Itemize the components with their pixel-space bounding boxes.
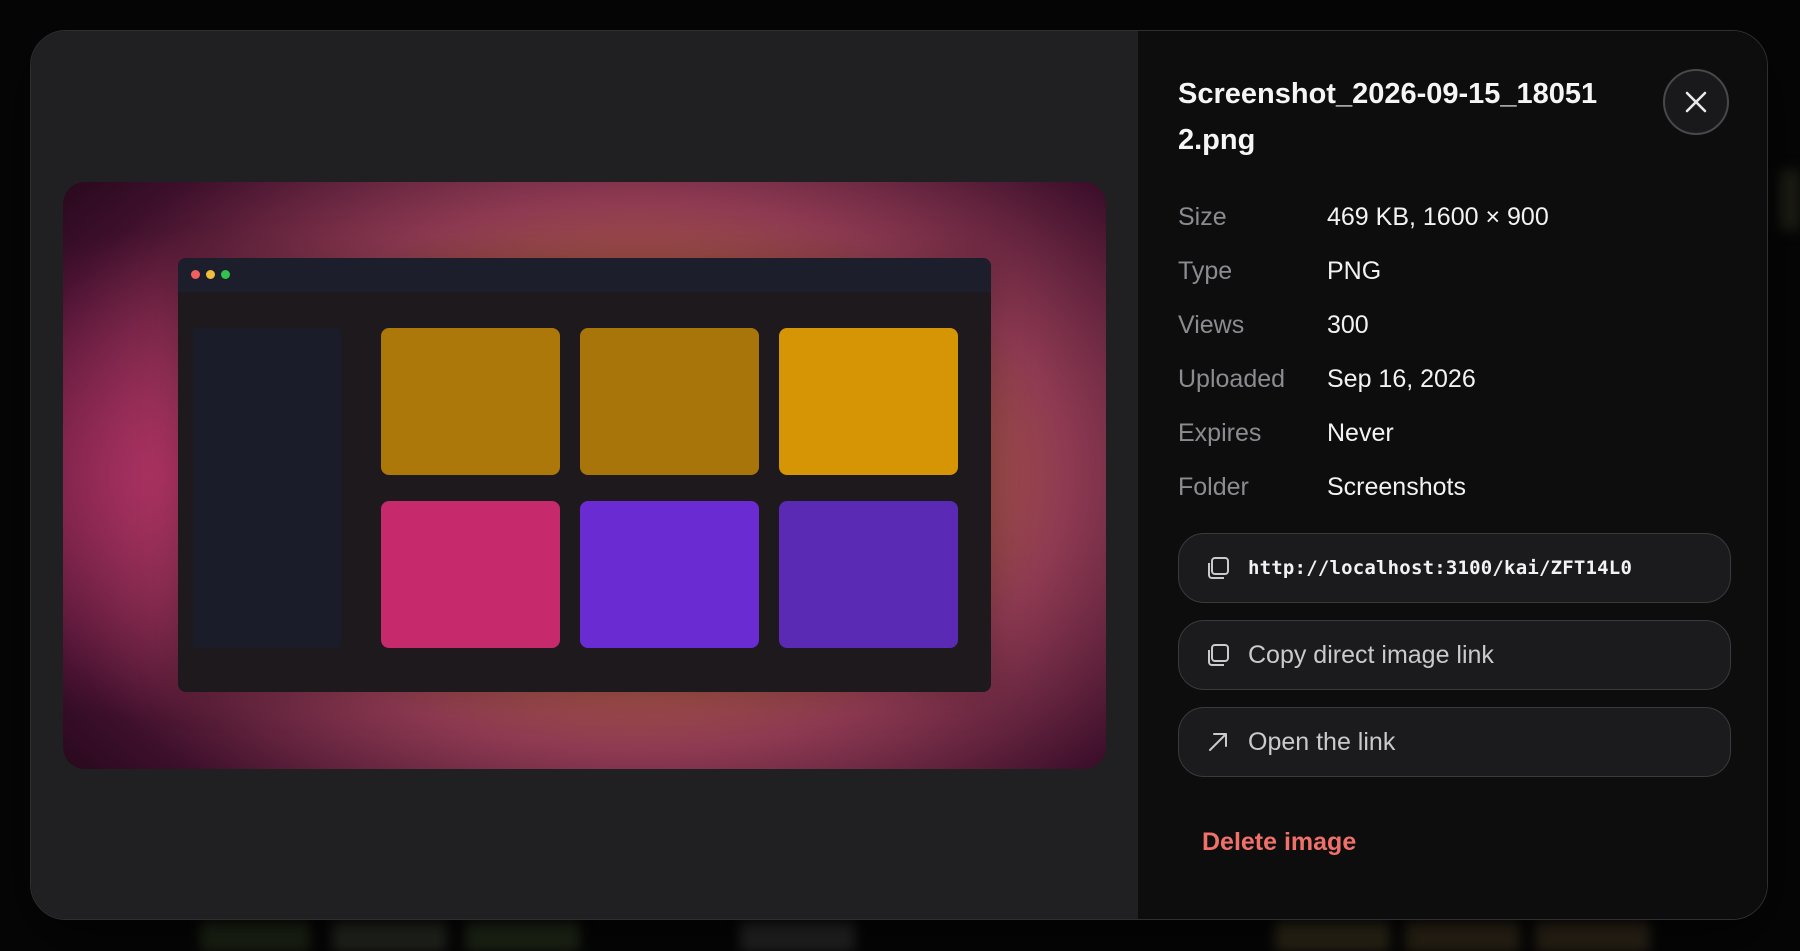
open-link-label: Open the link [1248, 727, 1396, 756]
close-icon [1683, 89, 1709, 115]
meta-key: Views [1178, 310, 1245, 339]
traffic-light-red [191, 270, 200, 279]
traffic-light-yellow [206, 270, 215, 279]
meta-row-uploaded: Uploaded Sep 16, 2026 [1178, 352, 1727, 406]
meta-row-views: Views 300 [1178, 298, 1727, 352]
traffic-light-green [221, 270, 230, 279]
meta-value: Sep 16, 2026 [1327, 364, 1476, 393]
preview-mock-sidebar [193, 327, 341, 648]
meta-value: Never [1327, 418, 1394, 447]
meta-value: Screenshots [1327, 472, 1466, 501]
close-button[interactable] [1663, 69, 1729, 135]
preview-mock-window [178, 257, 991, 692]
image-preview [63, 181, 1106, 769]
meta-key: Folder [1178, 472, 1249, 501]
metadata-list: Size 469 KB, 1600 × 900 Type PNG Views 3… [1178, 190, 1727, 514]
copy-icon [1204, 641, 1232, 669]
open-link-button[interactable]: Open the link [1178, 707, 1731, 777]
meta-row-type: Type PNG [1178, 244, 1727, 298]
preview-mock-card [779, 327, 958, 475]
copy-icon [1204, 554, 1232, 582]
preview-mock-card [580, 327, 759, 475]
preview-mock-card [381, 327, 560, 475]
meta-row-folder: Folder Screenshots [1178, 460, 1727, 514]
preview-mock-titlebar [178, 257, 991, 292]
arrow-up-right-icon [1204, 728, 1232, 756]
file-name-title: Screenshot_2026-09-15_180512.png [1178, 78, 1598, 156]
meta-key: Type [1178, 256, 1233, 285]
meta-value: PNG [1327, 256, 1382, 285]
meta-row-size: Size 469 KB, 1600 × 900 [1178, 190, 1727, 244]
meta-value: 469 KB, 1600 × 900 [1327, 202, 1549, 231]
preview-mock-card [779, 500, 958, 648]
copy-direct-link-button[interactable]: Copy direct image link [1178, 620, 1731, 690]
delete-image-button[interactable]: Delete image [1202, 828, 1356, 857]
share-url-text: http://localhost:3100/kai/ZFT14L0 [1248, 557, 1633, 579]
copy-direct-link-label: Copy direct image link [1248, 640, 1494, 669]
meta-row-expires: Expires Never [1178, 406, 1727, 460]
meta-key: Size [1178, 202, 1227, 231]
preview-mock-card [381, 500, 560, 648]
meta-key: Expires [1178, 418, 1262, 447]
image-details-modal: Screenshot_2026-09-15_180512.png Size 46… [30, 30, 1768, 920]
copy-share-link-button[interactable]: http://localhost:3100/kai/ZFT14L0 [1178, 533, 1731, 603]
preview-mock-card [580, 500, 759, 648]
meta-value: 300 [1327, 310, 1369, 339]
image-preview-pane [31, 31, 1138, 919]
image-info-pane: Screenshot_2026-09-15_180512.png Size 46… [1138, 31, 1767, 919]
meta-key: Uploaded [1178, 364, 1286, 393]
